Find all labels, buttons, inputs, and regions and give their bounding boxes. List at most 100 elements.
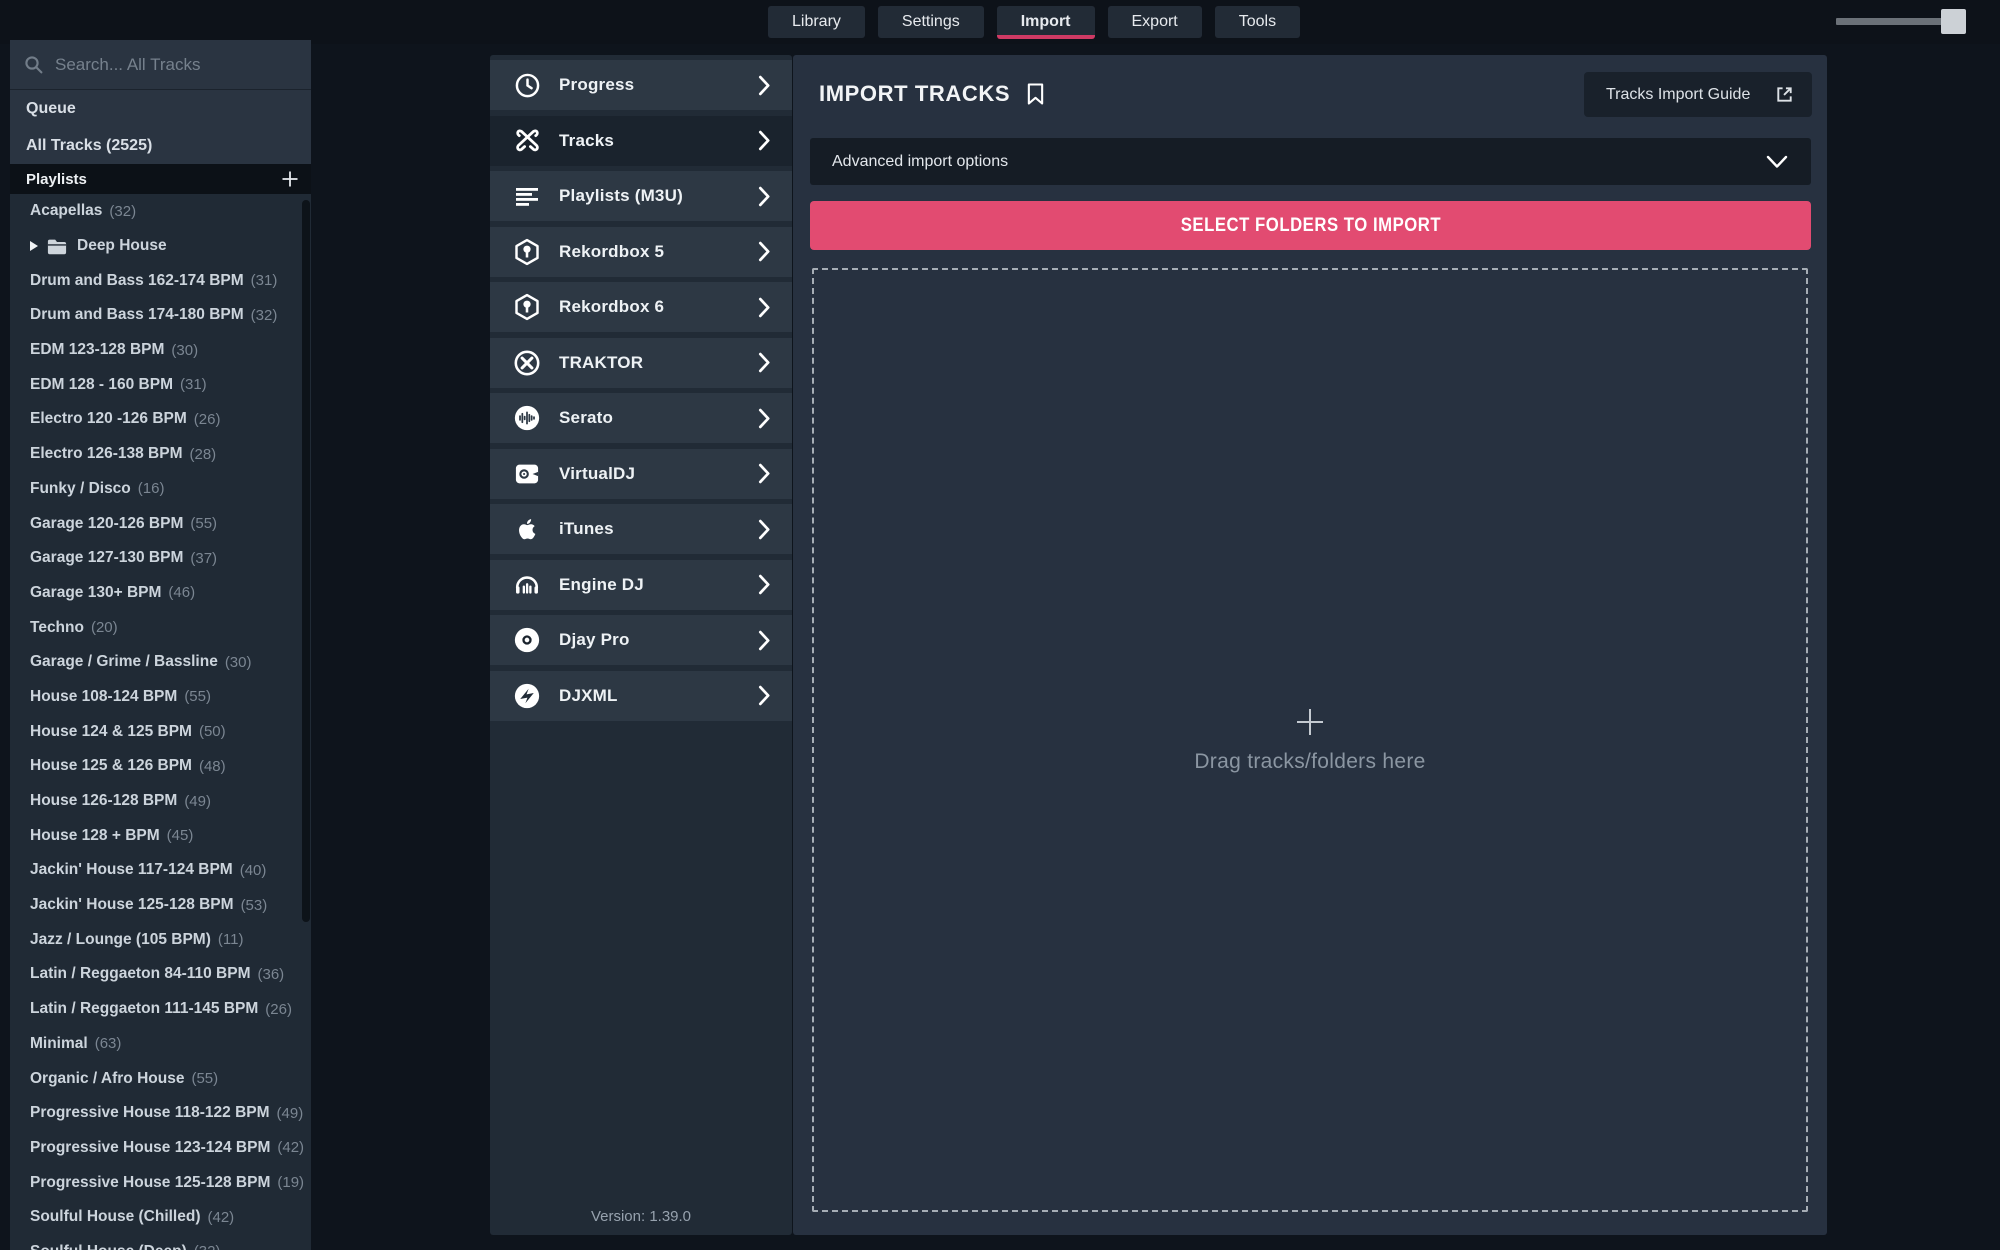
playlist-item[interactable]: House 108-124 BPM (55) bbox=[10, 680, 311, 715]
playlist-name: Progressive House 125-128 BPM bbox=[30, 1173, 271, 1191]
playlist-item[interactable]: Electro 126-138 BPM (28) bbox=[10, 437, 311, 472]
import-source-rekordbox5[interactable]: Rekordbox 5 bbox=[490, 226, 792, 277]
advanced-options-label: Advanced import options bbox=[832, 152, 1009, 170]
top-bar: Library Settings Import Export Tools bbox=[0, 0, 2000, 44]
playlist-item[interactable]: Soulful House (Chilled) (42) bbox=[10, 1200, 311, 1235]
chevron-right-icon bbox=[758, 130, 770, 151]
add-playlist-icon[interactable] bbox=[281, 170, 299, 188]
playlist-item[interactable]: Progressive House 123-124 BPM (42) bbox=[10, 1131, 311, 1166]
nav-export-button[interactable]: Export bbox=[1107, 6, 1202, 38]
playlist-name: House 125 & 126 BPM bbox=[30, 757, 192, 775]
chevron-right-icon bbox=[758, 297, 770, 317]
guide-button-label: Tracks Import Guide bbox=[1606, 85, 1751, 103]
import-source-tracks[interactable]: Tracks bbox=[490, 115, 792, 166]
import-source-progress[interactable]: Progress bbox=[490, 60, 792, 110]
search-icon bbox=[25, 55, 43, 73]
import-source-itunes[interactable]: iTunes bbox=[490, 504, 792, 554]
advanced-import-options-toggle[interactable]: Advanced import options bbox=[810, 138, 1811, 185]
playlist-name: Garage 130+ BPM bbox=[30, 583, 162, 601]
nav-tools-button[interactable]: Tools bbox=[1214, 6, 1301, 38]
playlist-item[interactable]: Latin / Reggaeton 111-145 BPM (26) bbox=[10, 992, 311, 1027]
playlist-item[interactable]: Organic / Afro House (55) bbox=[10, 1061, 311, 1096]
playlist-count: (63) bbox=[94, 1035, 122, 1053]
import-source-djaypro[interactable]: Djay Pro bbox=[490, 615, 792, 665]
playlist-item[interactable]: Progressive House 125-128 BPM (19) bbox=[10, 1165, 311, 1200]
playlist-count: (55) bbox=[184, 688, 211, 706]
nav-settings-button[interactable]: Settings bbox=[877, 6, 984, 38]
sidebar-item-queue[interactable]: Queue bbox=[10, 90, 311, 128]
playlist-item[interactable]: Latin / Reggaeton 84-110 BPM (36) bbox=[10, 957, 311, 992]
select-folders-button[interactable]: SELECT FOLDERS TO IMPORT bbox=[810, 201, 1811, 250]
playlist-rows: Acapellas (32) Deep House Drum and Bass … bbox=[10, 194, 311, 1250]
import-source-traktor[interactable]: TRAKTOR bbox=[490, 337, 792, 388]
playlist-item[interactable]: Garage / Grime / Bassline (30) bbox=[10, 645, 311, 680]
playlist-item[interactable]: House 126-128 BPM (49) bbox=[10, 784, 311, 819]
playlist-name: EDM 123-128 BPM bbox=[30, 341, 165, 359]
playlist-name: EDM 128 - 160 BPM bbox=[30, 375, 173, 393]
search-input[interactable] bbox=[55, 54, 298, 75]
playlist-item[interactable]: EDM 123-128 BPM (30) bbox=[10, 333, 311, 368]
import-source-label: Tracks bbox=[559, 130, 615, 150]
playlist-item[interactable]: Deep House bbox=[10, 229, 311, 264]
playlist-item[interactable]: Techno (20) bbox=[10, 610, 311, 645]
playlist-item[interactable]: Progressive House 118-122 BPM (49) bbox=[10, 1096, 311, 1131]
playlist-item[interactable]: Acapellas (32) bbox=[10, 194, 311, 229]
plus-icon bbox=[1297, 709, 1323, 735]
import-source-virtualdj[interactable]: VirtualDJ bbox=[490, 448, 792, 499]
import-source-serato[interactable]: Serato bbox=[490, 393, 792, 443]
folder-icon bbox=[47, 239, 67, 254]
expand-triangle-icon[interactable] bbox=[30, 241, 38, 252]
import-source-djxml[interactable]: DJXML bbox=[490, 670, 792, 721]
zoom-slider[interactable] bbox=[1836, 8, 1966, 34]
slider-thumb[interactable] bbox=[1941, 9, 1966, 34]
chevron-right-icon bbox=[758, 75, 770, 95]
playlist-count: (28) bbox=[189, 445, 217, 463]
playlist-name: Techno bbox=[30, 618, 84, 636]
tracks-import-guide-button[interactable]: Tracks Import Guide bbox=[1584, 72, 1812, 117]
nav-library-button[interactable]: Library bbox=[768, 6, 865, 38]
chevron-right-icon bbox=[758, 685, 770, 706]
playlist-count: (31) bbox=[250, 272, 278, 290]
playlist-item[interactable]: House 124 & 125 BPM (50) bbox=[10, 714, 311, 749]
playlist-item[interactable]: Jackin' House 117-124 BPM (40) bbox=[10, 853, 311, 888]
sidebar-scrollbar[interactable] bbox=[302, 200, 310, 922]
playlist-count: (48) bbox=[198, 757, 226, 775]
playlist-item[interactable]: Garage 127-130 BPM (37) bbox=[10, 541, 311, 576]
sidebar-item-all-tracks[interactable]: All Tracks (2525) bbox=[10, 128, 311, 164]
playlist-item[interactable]: EDM 128 - 160 BPM (31) bbox=[10, 367, 311, 402]
import-source-enginedj[interactable]: Engine DJ bbox=[490, 559, 792, 610]
import-sources-panel: Progress Tracks Playlists (M3U) Rekordbo… bbox=[490, 55, 792, 1235]
bookmark-icon[interactable] bbox=[1026, 82, 1045, 106]
playlist-item[interactable]: Drum and Bass 162-174 BPM (31) bbox=[10, 263, 311, 298]
search-bar bbox=[10, 40, 311, 90]
panel-header: IMPORT TRACKS bbox=[819, 81, 1045, 107]
playlist-name: Jackin' House 117-124 BPM bbox=[30, 861, 233, 879]
dropzone-label: Drag tracks/folders here bbox=[1194, 750, 1426, 773]
playlist-count: (42) bbox=[277, 1139, 305, 1157]
external-link-icon bbox=[1777, 87, 1792, 102]
playlist-item[interactable]: Funky / Disco (16) bbox=[10, 472, 311, 507]
playlist-item[interactable]: Soulful House (Deep) (32) bbox=[10, 1235, 311, 1250]
playlist-item[interactable]: Garage 120-126 BPM (55) bbox=[10, 506, 311, 541]
playlist-item[interactable]: Jazz / Lounge (105 BPM) (11) bbox=[10, 922, 311, 957]
playlist-count: (49) bbox=[184, 792, 211, 810]
import-source-rekordbox6[interactable]: Rekordbox 6 bbox=[490, 282, 792, 332]
playlist-name: Drum and Bass 174-180 BPM bbox=[30, 306, 244, 324]
chevron-right-icon bbox=[758, 463, 770, 484]
playlist-name: Progressive House 118-122 BPM bbox=[30, 1104, 270, 1122]
playlist-lines-icon bbox=[512, 181, 542, 211]
playlist-item[interactable]: Electro 120 -126 BPM (26) bbox=[10, 402, 311, 437]
playlist-item[interactable]: Minimal (63) bbox=[10, 1027, 311, 1062]
playlist-item[interactable]: House 128 + BPM (45) bbox=[10, 818, 311, 853]
playlist-item[interactable]: Garage 130+ BPM (46) bbox=[10, 576, 311, 611]
nav-import-button[interactable]: Import bbox=[996, 6, 1095, 39]
playlist-list: Acapellas (32) Deep House Drum and Bass … bbox=[10, 194, 311, 1250]
playlists-header: Playlists bbox=[10, 164, 311, 194]
playlist-item[interactable]: Drum and Bass 174-180 BPM (32) bbox=[10, 298, 311, 333]
import-source-playlists-m3u[interactable]: Playlists (M3U) bbox=[490, 171, 792, 221]
playlist-count: (26) bbox=[193, 410, 221, 428]
playlist-item[interactable]: Jackin' House 125-128 BPM (53) bbox=[10, 888, 311, 923]
playlist-item[interactable]: House 125 & 126 BPM (48) bbox=[10, 749, 311, 784]
drag-drop-zone[interactable]: Drag tracks/folders here bbox=[812, 268, 1808, 1212]
playlist-name: House 108-124 BPM bbox=[30, 687, 178, 705]
